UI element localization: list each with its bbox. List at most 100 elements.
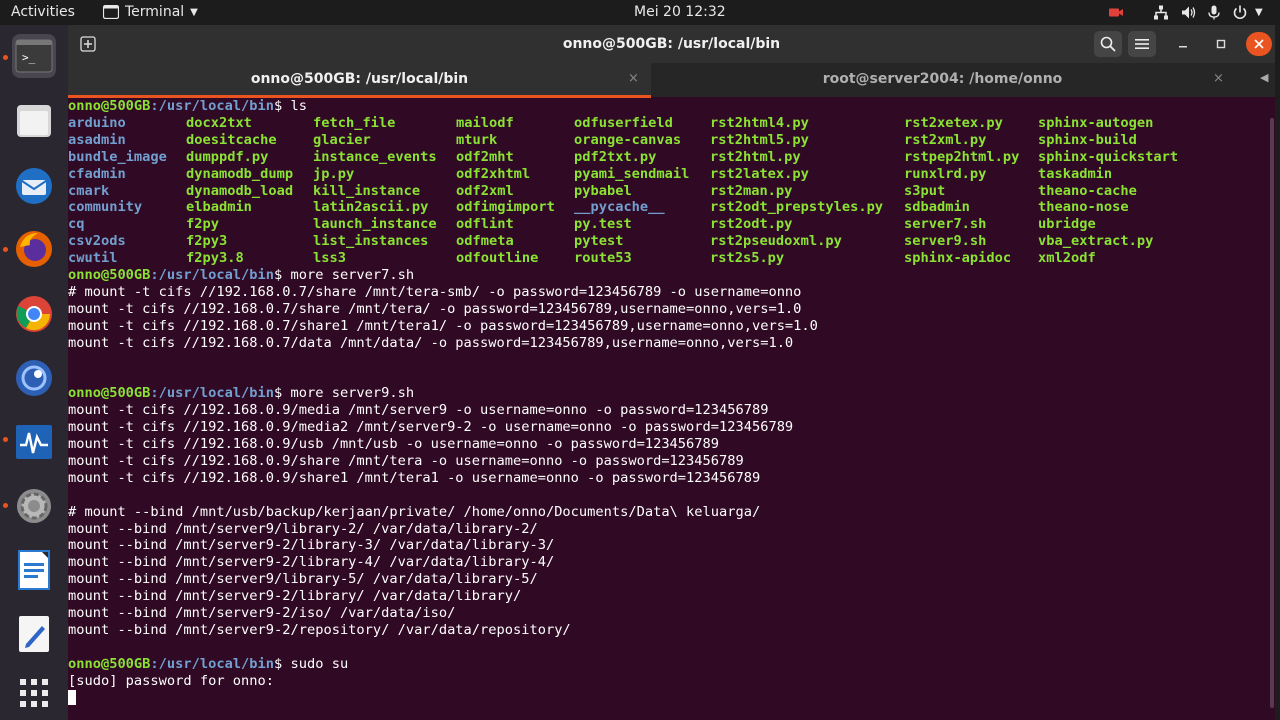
microphone-icon[interactable] xyxy=(1207,4,1221,21)
activities-button[interactable]: Activities xyxy=(11,4,75,20)
ls-entry: rst2man.py xyxy=(710,182,793,199)
ls-entry: sphinx-autogen xyxy=(1038,114,1154,131)
prompt-line: onno@500GB:/usr/local/bin$ sudo su xyxy=(68,656,818,673)
ls-entry: docx2txt xyxy=(186,114,252,131)
prompt-user: onno@500GB xyxy=(68,266,151,283)
ls-entry: xml2odf xyxy=(1038,250,1096,267)
network-wired-icon[interactable] xyxy=(1153,4,1169,21)
close-button[interactable] xyxy=(1246,32,1272,56)
ls-entry: f2py xyxy=(186,216,219,233)
ls-entry: rst2odt_prepstyles.py xyxy=(710,199,884,216)
ls-entry: rst2odt.py xyxy=(710,216,793,233)
tab-local[interactable]: onno@500GB: /usr/local/bin × xyxy=(68,63,651,97)
ls-entry: sphinx-build xyxy=(1038,131,1137,148)
ls-entry: cwutil xyxy=(68,250,118,267)
video-record-icon[interactable] xyxy=(1108,4,1124,21)
ls-entry: dynamodb_load xyxy=(186,182,294,199)
ls-entry: odf2xhtml xyxy=(456,165,531,182)
output-line: mount -t cifs //192.168.0.9/media2 /mnt/… xyxy=(68,419,794,436)
ls-entry: cfadmin xyxy=(68,165,126,182)
chrome-icon xyxy=(16,296,52,332)
ls-entry: elbadmin xyxy=(186,199,252,216)
command-text: $ more server9.sh xyxy=(274,385,415,402)
minimize-button[interactable] xyxy=(1169,31,1197,57)
ls-entry: sphinx-quickstart xyxy=(1038,148,1179,165)
tab-remote[interactable]: root@server2004: /home/onno × xyxy=(651,63,1234,97)
text-editor-icon xyxy=(19,616,49,652)
ls-entry: sdbadmin xyxy=(904,199,970,216)
ls-entry: latin2ascii.py xyxy=(313,199,429,216)
dock-chrome[interactable] xyxy=(12,292,56,336)
ls-entry: s3put xyxy=(904,182,946,199)
tab-close-icon[interactable]: × xyxy=(1213,71,1224,86)
search-button[interactable] xyxy=(1094,31,1122,57)
app-menu[interactable]: Terminal ▼ xyxy=(103,4,198,20)
system-menu-chevron-icon[interactable]: ▼ xyxy=(1255,7,1263,24)
maximize-icon xyxy=(1216,39,1226,49)
dock: >_ xyxy=(0,25,68,720)
ls-entry: odflint xyxy=(456,216,514,233)
tab-overflow-chevron-icon[interactable]: ◀ xyxy=(1260,71,1268,84)
output-line: mount -t cifs //192.168.0.7/share /mnt/t… xyxy=(68,300,802,317)
dock-libreoffice-writer[interactable] xyxy=(12,548,56,592)
dock-gns3[interactable] xyxy=(12,356,56,400)
ls-entry: rst2xml.py xyxy=(904,131,987,148)
ls-column: rst2xetex.py rst2xml.py rstpep2html.py runx… xyxy=(904,115,1019,267)
prompt-path: :/usr/local/bin xyxy=(150,655,275,672)
app-menu-label: Terminal xyxy=(125,4,185,20)
dock-system-monitor[interactable] xyxy=(12,420,56,464)
ls-entry: doesitcache xyxy=(186,131,277,148)
scrollbar-thumb[interactable] xyxy=(1270,118,1274,708)
menu-button[interactable] xyxy=(1128,31,1156,57)
ls-entry: pybabel xyxy=(574,182,632,199)
ls-entry: odfmeta xyxy=(456,233,514,250)
ls-entry: csv2ods xyxy=(68,233,126,250)
dock-settings[interactable] xyxy=(12,484,56,528)
ls-entry: rst2xetex.py xyxy=(904,114,1003,131)
ls-entry: rst2latex.py xyxy=(710,165,809,182)
ls-column: sphinx-autogen sphinx-build sphinx-quickst… xyxy=(1038,115,1178,267)
dock-terminal[interactable]: >_ xyxy=(12,34,56,78)
output-line: mount -t cifs //192.168.0.9/share1 /mnt/… xyxy=(68,469,761,486)
dock-files[interactable] xyxy=(12,99,56,143)
ls-entry: vba_extract.py xyxy=(1038,233,1154,250)
dock-thunderbird[interactable] xyxy=(12,164,56,208)
terminal-output[interactable]: onno@500GB:/usr/local/bin$ ls arduino asa… xyxy=(68,98,1275,720)
ls-entry: launch_instance xyxy=(313,216,437,233)
chevron-down-icon: ▼ xyxy=(190,6,198,18)
prompt-user: onno@500GB xyxy=(68,98,151,114)
output-line: mount -t cifs //192.168.0.9/media /mnt/s… xyxy=(68,402,769,419)
power-icon[interactable] xyxy=(1232,4,1248,21)
output-line: mount --bind /mnt/server9-2/library/ /va… xyxy=(68,588,522,605)
volume-icon[interactable] xyxy=(1181,4,1197,21)
ls-entry: rst2html.py xyxy=(710,148,801,165)
text-cursor xyxy=(68,689,76,705)
ls-entry: pyami_sendmail xyxy=(574,165,690,182)
output-line: mount --bind /mnt/server9-2/repository/ … xyxy=(68,621,571,638)
firefox-icon xyxy=(16,231,52,267)
app-grid-icon xyxy=(20,679,48,707)
input-line[interactable] xyxy=(68,689,818,707)
running-indicator xyxy=(3,55,8,60)
dock-text-editor[interactable] xyxy=(12,612,56,656)
tab-close-icon[interactable]: × xyxy=(628,71,639,86)
clock[interactable]: Mei 20 12:32 xyxy=(634,4,726,20)
command-text: $ ls xyxy=(274,98,307,114)
ls-column: mailodf mturk odf2mht odf2xhtml odf2xml odfim… xyxy=(456,115,555,267)
ls-entry: pytest xyxy=(574,233,624,250)
output-line: mount -t cifs //192.168.0.7/data /mnt/da… xyxy=(68,334,794,351)
ls-entry: pdf2txt.py xyxy=(574,148,657,165)
top-bar: Activities Terminal ▼ Mei 20 12:32 ▼ xyxy=(0,0,1280,25)
ls-entry: odfimgimport xyxy=(456,199,555,216)
dock-firefox[interactable] xyxy=(12,227,56,271)
ls-entry: py.test xyxy=(574,216,632,233)
ls-entry: lss3 xyxy=(313,250,346,267)
show-applications-button[interactable] xyxy=(12,671,56,715)
files-icon xyxy=(17,105,51,137)
prompt-user: onno@500GB xyxy=(68,655,151,672)
ls-entry: dynamodb_dump xyxy=(186,165,294,182)
ls-entry: cq xyxy=(68,216,85,233)
ls-entry: server7.sh xyxy=(904,216,987,233)
maximize-button[interactable] xyxy=(1207,31,1235,57)
